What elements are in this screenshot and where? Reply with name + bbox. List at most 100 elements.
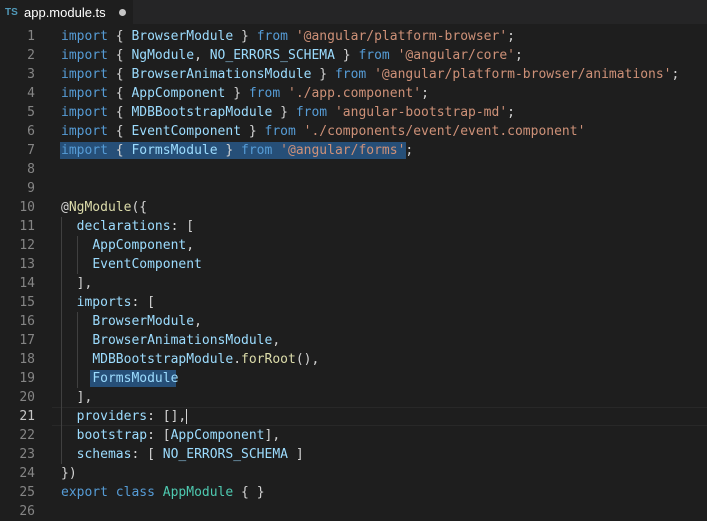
code-token: from	[334, 67, 367, 82]
unsaved-dot-icon[interactable]	[118, 8, 126, 16]
code-line-2[interactable]: 2 import { NgModule, NO_ERRORS_SCHEMA } f…	[0, 46, 707, 65]
code-token: from	[358, 48, 390, 63]
code-token: EventComponent	[92, 257, 202, 272]
code-token: ],	[61, 276, 93, 291]
code-token: BrowserModule	[92, 314, 195, 329]
code-line-4[interactable]: 4 import { AppComponent } from './app.com…	[0, 84, 707, 103]
code-line-11[interactable]: 11 declarations: [	[0, 217, 707, 236]
code-line-7[interactable]: 7 import { FormsModule } from '@angular/f…	[0, 141, 707, 160]
code-line-3[interactable]: 3 import { BrowserAnimationsModule } from…	[0, 65, 707, 84]
code-line-8[interactable]: 8	[0, 160, 707, 179]
line-code: import { NgModule, NO_ERRORS_SCHEMA } fr…	[61, 46, 523, 65]
code-token: ],	[61, 390, 93, 405]
code-line-20[interactable]: 20 ],	[0, 388, 707, 407]
code-line-12[interactable]: 12 AppComponent,	[0, 236, 707, 255]
code-token: declarations	[76, 219, 171, 234]
code-token: NgModule	[131, 48, 195, 63]
line-code: declarations: [	[61, 217, 194, 236]
code-token: AppModule	[162, 485, 234, 500]
code-token: @	[61, 200, 69, 215]
code-token: : [	[131, 447, 163, 462]
code-token: ,	[272, 333, 281, 348]
code-line-15[interactable]: 15 imports: [	[0, 293, 707, 312]
code-line-24[interactable]: 24})	[0, 464, 707, 483]
line-number: 17	[19, 333, 35, 348]
code-token: NgModule	[68, 200, 132, 215]
line-code: import { BrowserAnimationsModule } from …	[61, 65, 679, 84]
code-token: '@angular/platform-browser'	[295, 29, 508, 44]
code-line-5[interactable]: 5 import { MDBBootstrapModule } from 'ang…	[0, 103, 707, 122]
code-token: import	[61, 67, 108, 82]
code-token: })	[61, 466, 77, 481]
line-code: schemas: [ NO_ERRORS_SCHEMA ]	[61, 445, 304, 464]
line-number: 14	[19, 276, 35, 291]
line-number: 2	[27, 48, 35, 63]
code-editor[interactable]: 1 import { BrowserModule } from '@angular…	[0, 27, 707, 519]
line-code: import { BrowserModule } from '@angular/…	[61, 27, 515, 46]
code-line-13[interactable]: 13 EventComponent	[0, 255, 707, 274]
code-token: '@angular/platform-browser/animations'	[374, 67, 672, 82]
line-code: BrowserModule,	[61, 312, 202, 331]
code-token: ]	[288, 447, 304, 462]
code-line-9[interactable]: 9	[0, 179, 707, 198]
code-token: ({	[131, 200, 148, 215]
code-token: : [	[131, 295, 155, 310]
code-token: providers	[76, 409, 148, 424]
tab-app-module[interactable]: TS app.module.ts	[0, 0, 133, 24]
line-code: bootstrap: [AppComponent],	[61, 426, 281, 445]
code-token: import	[61, 29, 108, 44]
code-token: : [],	[147, 409, 187, 424]
line-number: 1	[27, 29, 35, 44]
code-token: ;	[515, 48, 523, 63]
code-token: }	[225, 86, 249, 101]
code-token: ,	[194, 314, 202, 329]
code-token: ;	[507, 29, 515, 44]
code-token: import	[61, 86, 108, 101]
line-number: 7	[27, 143, 35, 158]
line-code: AppComponent,	[61, 236, 194, 255]
code-line-17[interactable]: 17 BrowserAnimationsModule,	[0, 331, 707, 350]
line-number: 13	[19, 257, 35, 272]
code-line-18[interactable]: 18 MDBBootstrapModule.forRoot(),	[0, 350, 707, 369]
code-line-19[interactable]: 19 FormsModule	[0, 369, 707, 388]
code-line-25[interactable]: 25 export class AppModule { }	[0, 483, 707, 502]
code-token: NO_ERRORS_SCHEMA	[209, 48, 335, 63]
code-token: imports	[76, 295, 132, 310]
code-line-1[interactable]: 1 import { BrowserModule } from '@angular…	[0, 27, 707, 46]
code-token: ],	[264, 428, 281, 443]
code-line-6[interactable]: 6 import { EventComponent } from './compo…	[0, 122, 707, 141]
code-token: {	[107, 86, 132, 101]
code-token: BrowserAnimationsModule	[92, 333, 273, 348]
line-number: 9	[27, 181, 35, 196]
code-token: ,	[186, 238, 195, 253]
line-number: 10	[19, 200, 35, 215]
line-number: 25	[19, 485, 35, 500]
code-line-23[interactable]: 23 schemas: [ NO_ERRORS_SCHEMA ]	[0, 445, 707, 464]
code-token: { }	[233, 485, 265, 500]
code-line-10[interactable]: 10 @NgModule({	[0, 198, 707, 217]
code-line-14[interactable]: 14 ],	[0, 274, 707, 293]
line-number: 3	[27, 67, 35, 82]
code-token: MDBBootstrapModule	[131, 105, 273, 120]
line-code: EventComponent	[61, 255, 202, 274]
code-token: '@angular/forms'	[280, 143, 406, 158]
code-line-16[interactable]: 16 BrowserModule,	[0, 312, 707, 331]
line-code: @NgModule({	[61, 198, 147, 217]
code-token: ;	[421, 86, 429, 101]
code-token: {	[107, 124, 132, 139]
code-line-26[interactable]: 26	[0, 502, 707, 521]
code-token: from	[241, 143, 273, 158]
code-token: {	[107, 67, 132, 82]
code-line-22[interactable]: 22 bootstrap: [AppComponent],	[0, 426, 707, 445]
line-number: 19	[19, 371, 35, 386]
code-line-21[interactable]: 21 providers: [],	[0, 407, 707, 426]
